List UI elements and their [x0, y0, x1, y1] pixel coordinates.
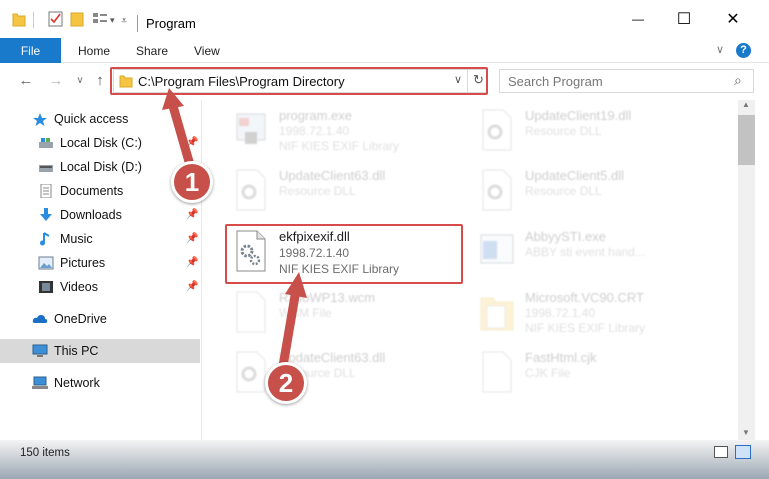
explorer-window: ▾ ⩡ Program — ☐ ✕ File Home Share View ∨…: [0, 0, 769, 479]
arrowhead-2: [285, 272, 307, 298]
arrow-2: [277, 285, 301, 377]
step-badge-2: 2: [265, 362, 307, 404]
arrowhead-1: [162, 88, 184, 110]
annotation-arrows: [162, 88, 307, 377]
step-badge-1: 1: [171, 161, 213, 203]
